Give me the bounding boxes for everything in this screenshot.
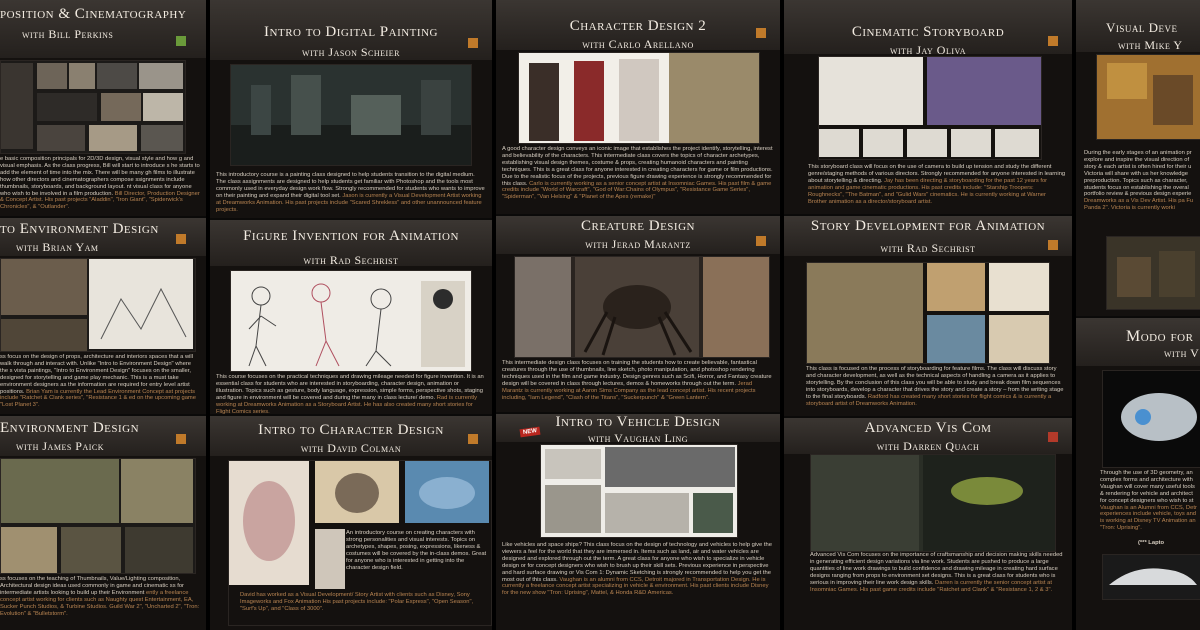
artwork-creatures	[514, 256, 770, 358]
class-title: Advanced Vis Com	[864, 420, 992, 436]
class-panel-environment-design-2: Environment Design with James Paick ss f…	[0, 416, 206, 630]
instructor-name: with Rad Sechrist	[303, 253, 399, 267]
artwork-3d-spaceship	[1102, 370, 1200, 468]
artwork-vehicles	[540, 444, 738, 538]
class-panel-digital-painting: Intro to Digital Painting with Jason Sch…	[210, 0, 492, 218]
instructor-bio: Carlo is currently working as a senior c…	[502, 180, 772, 201]
artwork-interior-scene	[1096, 54, 1200, 140]
instructor-name: with V	[1164, 346, 1200, 360]
instructor-name: with Mike Y	[1118, 38, 1183, 52]
artwork-race-car	[1102, 554, 1200, 600]
artwork-story-panels	[806, 262, 1050, 364]
panel-header: Intro to Digital Painting with Jason Sch…	[210, 0, 492, 60]
instructor-name: with Darren Quach	[876, 439, 980, 453]
class-panel-environment-design: to Environment Design with Brian Yam ss …	[0, 218, 206, 414]
class-description: ss focuses on the teaching of Thumbnails…	[0, 576, 200, 617]
red-square-icon	[1048, 432, 1058, 442]
class-panel-advanced-vis-com: Advanced Vis Com with Darren Quach Advan…	[784, 418, 1072, 630]
class-description: Like vehicles and space ships? This clas…	[502, 542, 774, 597]
panel-header: position & Cinematography with Bill Perk…	[0, 0, 206, 58]
instructor-name: with David Colman	[300, 441, 402, 455]
description-text: This intermediate design class focuses o…	[502, 360, 772, 387]
footnote: (*** Lapto	[1138, 540, 1165, 546]
description-text: During the early stages of an animation …	[1084, 150, 1192, 198]
class-description: ss focus on the design of props, archite…	[0, 354, 200, 409]
instructor-bio: David has worked as a Visual Development…	[240, 592, 474, 612]
class-panel-cinematic-storyboard: Cinematic Storyboard with Jay Oliva This…	[784, 0, 1072, 214]
instructor-name: with Carlo Arellano	[582, 37, 694, 51]
orange-square-icon	[1048, 36, 1058, 46]
panel-header: Creature Design with Jerad Marantz	[496, 216, 780, 254]
panel-header: Intro to Character Design with David Col…	[210, 416, 492, 456]
orange-square-icon	[756, 236, 766, 246]
class-description: This introductory course is a painting c…	[216, 172, 486, 213]
artwork-character-lineup	[518, 52, 760, 144]
class-description: An introductory course on creating chara…	[346, 530, 488, 571]
class-panel-character-design-intro: Intro to Character Design with David Col…	[210, 416, 492, 630]
orange-square-icon	[1048, 240, 1058, 250]
class-panel-character-design-2: Character Design 2 with Carlo Arellano A…	[496, 0, 780, 214]
panel-header: Visual Deve with Mike Y	[1076, 0, 1200, 52]
class-title: Visual Deve	[1106, 20, 1178, 35]
description-text: Through the use of 3D geometry, an compl…	[1100, 470, 1195, 504]
class-title: Story Development for Animation	[810, 218, 1046, 234]
orange-square-icon	[176, 234, 186, 244]
class-title: position & Cinematography	[0, 6, 187, 22]
class-title: Intro to Character Design	[258, 422, 444, 438]
class-description: During the early stages of an animation …	[1084, 150, 1200, 212]
class-description: This course focuses on the practical tec…	[216, 374, 486, 414]
orange-square-icon	[468, 434, 478, 444]
class-title: Figure Invention for Animation	[243, 228, 459, 244]
class-description: A good character design conveys an iconi…	[502, 146, 774, 201]
instructor-bio: Brian Yam is currently the Lead Environm…	[0, 388, 196, 409]
class-description: e basic composition principals for 2D/3D…	[0, 156, 200, 211]
orange-square-icon	[756, 28, 766, 38]
artwork-hard-surface	[810, 454, 1056, 552]
class-panel-visual-development: Visual Deve with Mike Y During the early…	[1076, 0, 1200, 316]
instructor-name: with Jason Scheier	[302, 45, 400, 59]
artwork-storyboard-frames	[818, 56, 1042, 160]
instructor-bio-block: David has worked as a Visual Development…	[240, 592, 488, 613]
artwork-figure-sketches	[230, 270, 472, 372]
artwork-thumbnails	[0, 258, 196, 352]
class-title: Cinematic Storyboard	[851, 24, 1005, 40]
class-panel-vehicle-design: Intro to Vehicle Design with Vaughan Lin…	[496, 414, 780, 630]
class-panel-composition: position & Cinematography with Bill Perk…	[0, 0, 206, 216]
artwork-thumbnails	[0, 458, 196, 574]
panel-header: Story Development for Animation with Rad…	[784, 216, 1072, 256]
class-panel-story-development: Story Development for Animation with Rad…	[784, 216, 1072, 416]
class-title: Modo for	[1126, 328, 1194, 345]
class-panel-modo: Modo for with V Through the use of 3D ge…	[1076, 318, 1200, 630]
class-description: This intermediate design class focuses o…	[502, 360, 774, 401]
green-square-icon	[176, 36, 186, 46]
class-title: Character Design 2	[569, 18, 707, 34]
description-text: An introductory course on creating chara…	[346, 530, 487, 571]
artwork-dark-city	[230, 64, 472, 166]
class-description: Through the use of 3D geometry, an compl…	[1100, 470, 1200, 532]
class-title: Intro to Digital Painting	[264, 24, 438, 40]
panel-header: Cinematic Storyboard with Jay Oliva	[784, 0, 1072, 57]
panel-header: Advanced Vis Com with Darren Quach	[784, 418, 1072, 454]
class-panel-creature-design: Creature Design with Jerad Marantz This …	[496, 216, 780, 412]
orange-square-icon	[468, 38, 478, 48]
instructor-bio: Vaughan is an Alumni from CCS, Detr expe…	[1100, 504, 1197, 532]
class-description: This class is focused on the process of …	[806, 366, 1066, 407]
artwork-village-scene	[1106, 236, 1200, 310]
class-description: Advanced Vis Com focuses on the importan…	[810, 552, 1066, 593]
artwork-thumbnails	[0, 60, 186, 154]
class-description: This storyboard class will focus on the …	[808, 164, 1066, 205]
panel-header: Modo for with V	[1076, 318, 1200, 366]
instructor-bio: Dreamworks as a Vis Dev Artist. His pa F…	[1084, 198, 1194, 212]
class-title: Creature Design	[581, 218, 695, 234]
panel-header: Character Design 2 with Carlo Arellano	[496, 0, 780, 51]
class-panel-figure-invention: Figure Invention for Animation with Rad …	[210, 220, 492, 414]
panel-header: Figure Invention for Animation with Rad …	[210, 220, 492, 267]
orange-square-icon	[176, 434, 186, 444]
instructor-name: with Rad Sechrist	[880, 241, 976, 255]
instructor-name: with Jerad Marantz	[585, 237, 691, 251]
